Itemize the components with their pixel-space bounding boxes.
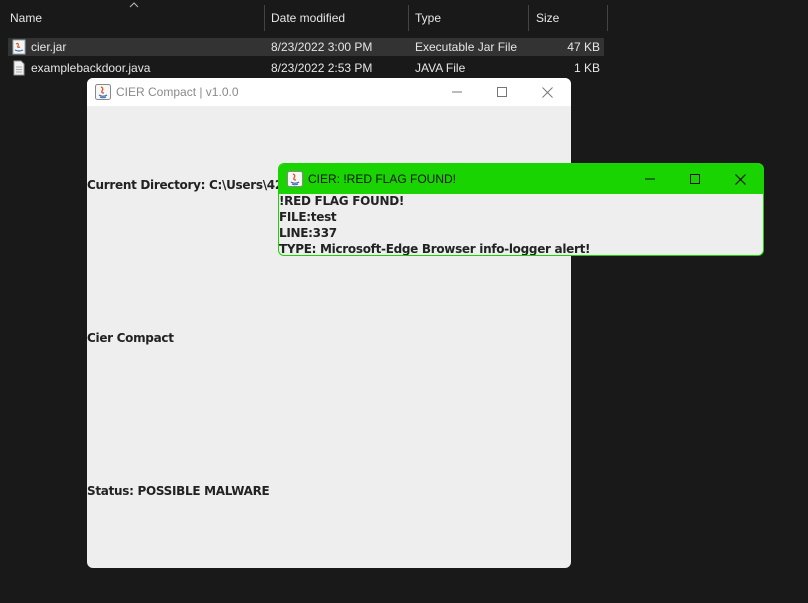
alert-title: CIER: !RED FLAG FOUND! xyxy=(308,172,457,186)
maximize-button[interactable] xyxy=(480,78,524,106)
java-icon xyxy=(287,171,303,187)
maximize-icon xyxy=(497,87,507,97)
column-date-modified[interactable]: Date modified xyxy=(271,0,345,36)
cier-compact-window: CIER Compact | v1.0.0 Current Directory:… xyxy=(87,78,571,568)
minimize-icon xyxy=(452,91,462,93)
alert-type: TYPE: Microsoft-Edge Browser info-logger… xyxy=(279,242,591,256)
sort-ascending-icon xyxy=(129,2,139,8)
file-date: 8/23/2022 3:00 PM xyxy=(271,40,373,54)
jar-file-icon xyxy=(12,39,26,55)
status-label: Status: POSSIBLE MALWARE xyxy=(87,484,270,498)
file-name: cier.jar xyxy=(31,40,67,54)
file-type: JAVA File xyxy=(415,61,466,75)
file-row[interactable]: examplebackdoor.java 8/23/2022 2:53 PM J… xyxy=(8,59,604,77)
column-divider[interactable] xyxy=(607,5,608,31)
alert-line-number: LINE:337 xyxy=(279,226,337,240)
minimize-button[interactable] xyxy=(435,78,479,106)
file-type: Executable Jar File xyxy=(415,40,518,54)
java-icon xyxy=(95,84,111,100)
alert-heading: !RED FLAG FOUND! xyxy=(279,194,405,208)
column-size[interactable]: Size xyxy=(536,0,559,36)
maximize-icon xyxy=(690,174,700,184)
window-title-bar[interactable]: CIER Compact | v1.0.0 xyxy=(87,78,571,106)
minimize-icon xyxy=(645,178,655,180)
column-name[interactable]: Name xyxy=(10,0,42,36)
alert-title-bar[interactable]: CIER: !RED FLAG FOUND! xyxy=(279,164,763,194)
window-title: CIER Compact | v1.0.0 xyxy=(116,85,239,99)
file-row[interactable]: cier.jar 8/23/2022 3:00 PM Executable Ja… xyxy=(8,38,604,56)
alert-file: FILE:test xyxy=(279,210,337,224)
close-button[interactable] xyxy=(718,164,762,194)
close-icon xyxy=(541,86,553,98)
document-file-icon xyxy=(13,60,25,76)
column-divider[interactable] xyxy=(264,5,265,31)
file-size: 1 KB xyxy=(573,61,600,75)
file-size: 47 KB xyxy=(567,40,600,54)
file-name: examplebackdoor.java xyxy=(31,61,151,75)
close-button[interactable] xyxy=(525,78,569,106)
app-name-label: Cier Compact xyxy=(87,331,174,345)
column-header-bar: Name Date modified Type Size xyxy=(0,0,610,36)
maximize-button[interactable] xyxy=(673,164,717,194)
column-divider[interactable] xyxy=(408,5,409,31)
file-date: 8/23/2022 2:53 PM xyxy=(271,61,373,75)
red-flag-alert-window: CIER: !RED FLAG FOUND! !RED FLAG FOUND! … xyxy=(278,163,764,256)
close-icon xyxy=(734,173,746,185)
column-divider[interactable] xyxy=(528,5,529,31)
column-type[interactable]: Type xyxy=(415,0,441,36)
minimize-button[interactable] xyxy=(628,164,672,194)
